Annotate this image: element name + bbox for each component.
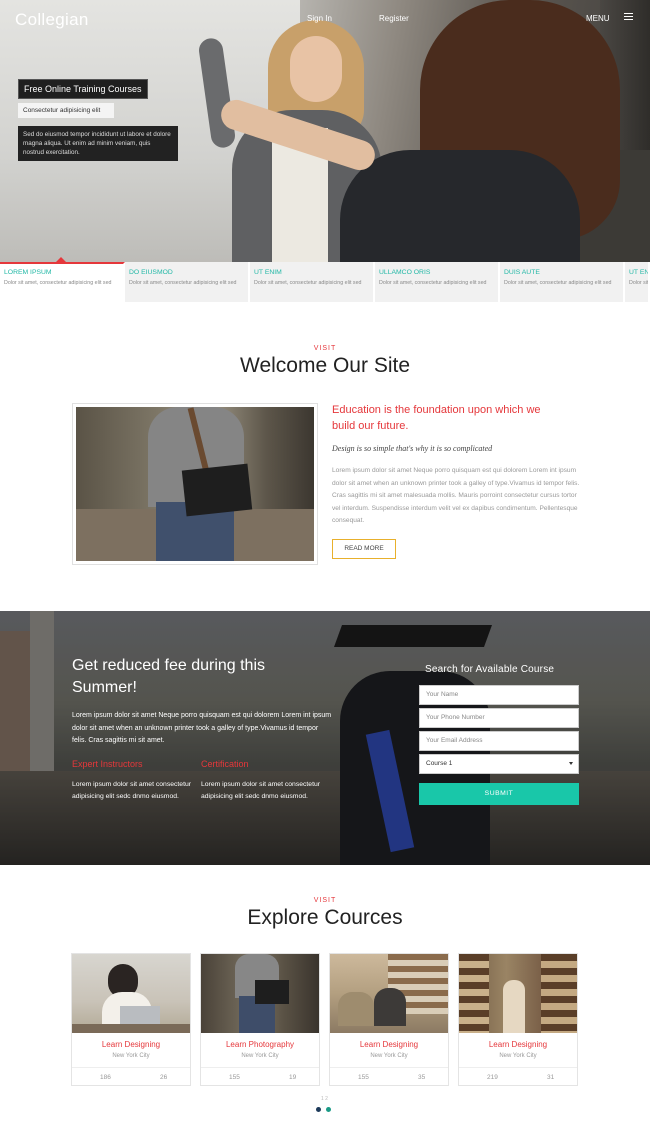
- welcome-heading: Education is the foundation upon which w…: [332, 404, 541, 432]
- hero-person2-jacket: [340, 150, 580, 262]
- course-stats: 155 19: [201, 1067, 319, 1086]
- course-location: New York City: [499, 1053, 537, 1059]
- course-location: New York City: [241, 1053, 279, 1059]
- welcome-tagline: Design is so simple that's why it is so …: [332, 444, 493, 453]
- hero-paragraph: Sed do eiusmod tempor incididunt ut labo…: [18, 126, 178, 162]
- promo-title: Get reduced fee during this Summer!: [72, 657, 266, 696]
- feature-title: LOREM IPSUM: [4, 269, 52, 276]
- submit-button[interactable]: SUBMIT: [419, 783, 579, 805]
- course-stat-lessons: 31: [547, 1074, 555, 1081]
- feature-title: UT EN: [629, 269, 650, 276]
- course-stat-students: 155: [229, 1074, 240, 1081]
- welcome-image: [72, 403, 318, 565]
- course-location: New York City: [112, 1053, 150, 1059]
- course-stat-students: 186: [100, 1074, 111, 1081]
- feature-tab[interactable]: ULLAMCO ORIS Dolor sit amet, consectetur…: [375, 262, 500, 302]
- carousel-dots: [316, 1107, 331, 1112]
- hero-subtitle: Consectetur adipisicing elit: [18, 103, 114, 118]
- course-title: Learn Designing: [359, 1040, 419, 1049]
- pager-mark: 1 2: [321, 1096, 328, 1102]
- course-title: Learn Designing: [488, 1040, 548, 1049]
- promo-col1-text: Lorem ipsum dolor sit amet consectetur a…: [72, 781, 191, 801]
- feature-strip: LOREM IPSUM Dolor sit amet, consectetur …: [0, 257, 650, 302]
- course-stat-lessons: 19: [289, 1074, 297, 1081]
- courses-kicker: VISIT: [313, 897, 337, 904]
- feature-desc: Dolor sit amet, consectetur adipisicing …: [254, 280, 362, 286]
- promo-col1-title: Expert Instructors: [72, 759, 143, 769]
- course-stat-lessons: 26: [160, 1074, 168, 1081]
- feature-tab[interactable]: LOREM IPSUM Dolor sit amet, consectetur …: [0, 257, 125, 302]
- nav-sign-in[interactable]: Sign In: [307, 14, 332, 23]
- feature-desc: Dolor sit amet, consectetur adipisicing …: [504, 280, 612, 286]
- feature-tab[interactable]: UT EN Dolor sit amet, consectetur adipis…: [625, 262, 650, 302]
- site-logo[interactable]: Collegian: [15, 10, 89, 30]
- promo-col2-title: Certification: [201, 759, 249, 769]
- nav-register[interactable]: Register: [379, 14, 409, 23]
- welcome-body: Lorem ipsum dolor sit amet Neque porro q…: [332, 467, 580, 525]
- course-card[interactable]: Learn Photography New York City 155 19: [200, 953, 320, 1086]
- course-location: New York City: [370, 1053, 408, 1059]
- carousel-dot-active[interactable]: [326, 1107, 331, 1112]
- welcome-title: Welcome Our Site: [240, 354, 410, 377]
- hero-person-face: [290, 36, 342, 102]
- carousel-dot[interactable]: [316, 1107, 321, 1112]
- chevron-down-icon: [569, 762, 573, 765]
- course-search-title: Search for Available Course: [425, 664, 555, 675]
- course-image: [201, 954, 319, 1033]
- feature-tab[interactable]: UT ENIM Dolor sit amet, consectetur adip…: [250, 262, 375, 302]
- course-card[interactable]: Learn Designing New York City 155 35: [329, 953, 449, 1086]
- feature-title: UT ENIM: [254, 269, 282, 276]
- course-stats: 219 31: [459, 1067, 577, 1086]
- course-card[interactable]: Learn Designing New York City 219 31: [458, 953, 578, 1086]
- email-input[interactable]: Your Email Address: [419, 731, 579, 751]
- read-more-button[interactable]: READ MORE: [332, 539, 396, 559]
- course-select[interactable]: Course 1: [419, 754, 579, 774]
- feature-desc: Dolor sit amet, consectetur adipisicing …: [129, 280, 237, 286]
- promo-body: Lorem ipsum dolor sit amet Neque porro q…: [72, 712, 332, 745]
- course-title: Learn Photography: [225, 1040, 295, 1049]
- course-stats: 155 35: [330, 1067, 448, 1086]
- courses-title: Explore Cources: [247, 906, 403, 929]
- promo-col2-text: Lorem ipsum dolor sit amet consectetur a…: [201, 781, 320, 801]
- hamburger-icon[interactable]: [624, 13, 633, 20]
- course-select-value: Course 1: [426, 760, 453, 767]
- feature-desc: Dolor sit amet, consectetur adipisicing …: [379, 280, 487, 286]
- course-image: [330, 954, 448, 1033]
- course-image: [459, 954, 577, 1033]
- feature-title: DUIS AUTE: [504, 269, 540, 276]
- course-stat-students: 219: [487, 1074, 498, 1081]
- feature-tab[interactable]: DUIS AUTE Dolor sit amet, consectetur ad…: [500, 262, 625, 302]
- name-input[interactable]: Your Name: [419, 685, 579, 705]
- menu-label[interactable]: MENU: [586, 14, 610, 23]
- phone-input[interactable]: Your Phone Number: [419, 708, 579, 728]
- course-stats: 186 26: [72, 1067, 190, 1086]
- hero-title: Free Online Training Courses: [18, 79, 148, 99]
- course-stat-lessons: 35: [418, 1074, 426, 1081]
- feature-desc: Dolor sit amet, consectetur adipisicing …: [4, 280, 112, 286]
- course-title: Learn Designing: [101, 1040, 161, 1049]
- course-stat-students: 155: [358, 1074, 369, 1081]
- feature-desc: Dolor sit amet, consectetur adipisicing …: [629, 280, 649, 286]
- course-image: [72, 954, 190, 1033]
- feature-title: DO EIUSMOD: [129, 269, 173, 276]
- feature-tab[interactable]: DO EIUSMOD Dolor sit amet, consectetur a…: [125, 262, 250, 302]
- feature-title: ULLAMCO ORIS: [379, 269, 431, 276]
- welcome-kicker: VISIT: [313, 345, 337, 352]
- course-card[interactable]: Learn Designing New York City 186 26: [71, 953, 191, 1086]
